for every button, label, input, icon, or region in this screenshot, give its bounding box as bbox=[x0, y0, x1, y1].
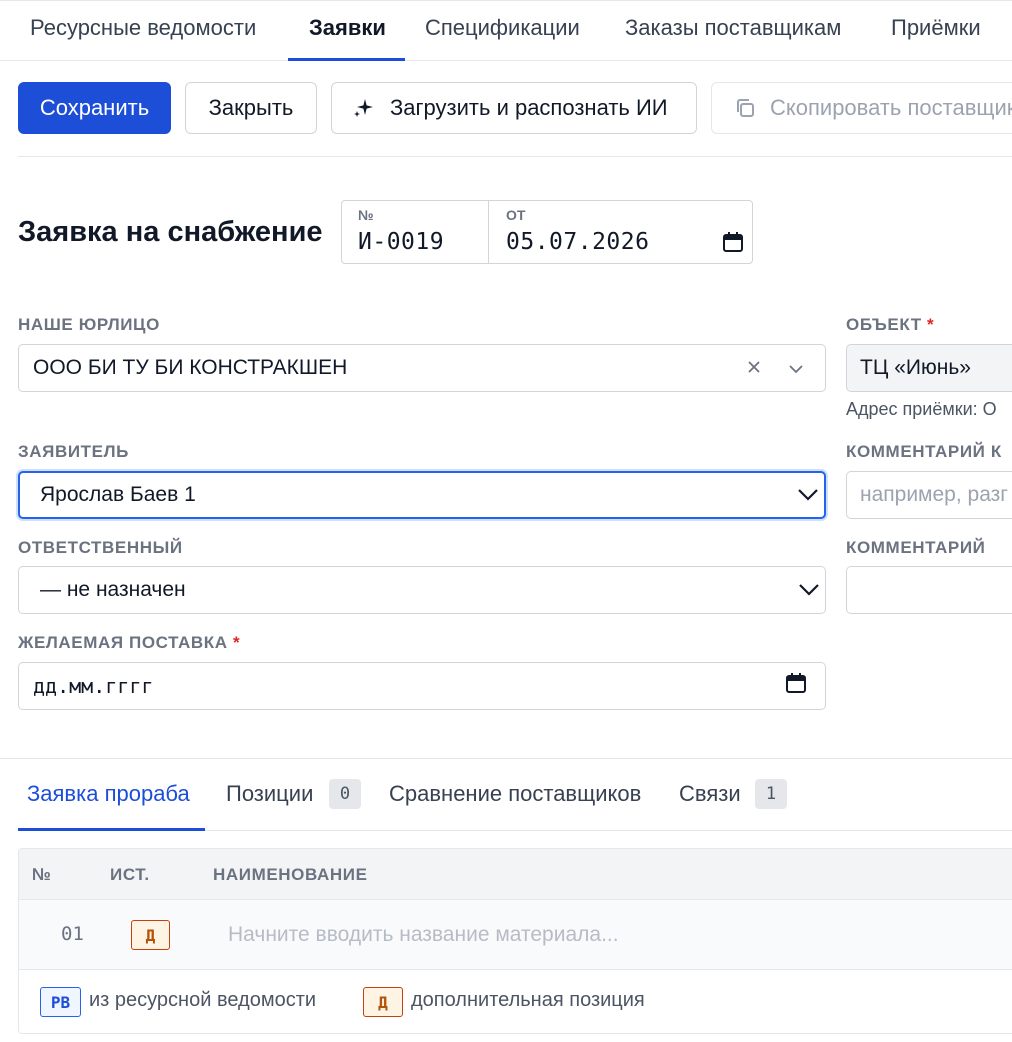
row-number: 01 bbox=[61, 923, 84, 945]
ai-upload-label: Загрузить и распознать ИИ bbox=[390, 95, 668, 120]
required-mark: * bbox=[927, 315, 935, 334]
close-button[interactable]: Закрыть bbox=[185, 82, 317, 134]
desired-delivery-label: ЖЕЛАЕМАЯ ПОСТАВКА * bbox=[18, 633, 240, 653]
tab-links[interactable]: Связи bbox=[679, 781, 741, 807]
active-subtab-indicator bbox=[18, 828, 205, 831]
legend-resource-sheet-text: из ресурсной ведомости bbox=[89, 989, 317, 1011]
tab-supplier-orders[interactable]: Заказы поставщикам bbox=[625, 15, 841, 41]
active-tab-indicator bbox=[288, 58, 405, 61]
chevron-down-icon[interactable] bbox=[798, 483, 818, 507]
clear-icon[interactable] bbox=[747, 356, 761, 380]
document-number-input[interactable]: И-0019 bbox=[358, 229, 444, 255]
copy-suppliers-label: Скопировать поставщиков bbox=[770, 95, 1012, 120]
ai-upload-button[interactable]: Загрузить и распознать ИИ bbox=[331, 82, 697, 134]
section-divider bbox=[0, 758, 1012, 759]
column-name-header: НАИМЕНОВАНИЕ bbox=[213, 865, 368, 884]
legend-tag-resource-sheet: РВ bbox=[40, 987, 81, 1017]
tab-supplier-comparison[interactable]: Сравнение поставщиков bbox=[389, 781, 641, 807]
calendar-icon[interactable] bbox=[722, 231, 744, 258]
procurement-request-page: Ресурсные ведомости Заявки Спецификации … bbox=[0, 0, 1012, 1042]
applicant-select[interactable]: Ярослав Баев 1 bbox=[18, 471, 826, 519]
comment-label: КОММЕНТАРИЙ bbox=[846, 538, 986, 557]
number-label: № bbox=[358, 207, 374, 223]
column-number-header: № bbox=[32, 865, 52, 884]
legal-entity-select[interactable]: ООО БИ ТУ БИ КОНСТРАКШЕН bbox=[18, 344, 826, 392]
toolbar-divider bbox=[18, 156, 1012, 157]
legend-additional-text: дополнительная позиция bbox=[411, 989, 645, 1011]
desired-delivery-label-text: ЖЕЛАЕМАЯ ПОСТАВКА bbox=[18, 633, 228, 652]
responsible-value: — не назначен bbox=[40, 578, 186, 601]
table-header: № ИСТ. НАИМЕНОВАНИЕ bbox=[19, 849, 1012, 900]
comment-top-placeholder: например, разг bbox=[860, 483, 1008, 506]
delivery-address-hint: Адрес приёмки: О bbox=[846, 399, 997, 419]
tab-foreman-request[interactable]: Заявка прораба bbox=[27, 781, 190, 807]
chevron-down-icon[interactable] bbox=[789, 356, 803, 380]
chevron-down-icon[interactable] bbox=[799, 578, 819, 602]
required-mark: * bbox=[232, 633, 241, 652]
page-title: Заявка на снабжение bbox=[18, 216, 323, 248]
object-value: ТЦ «Июнь» bbox=[860, 356, 971, 379]
date-label: ОТ bbox=[506, 207, 526, 223]
material-name-input[interactable]: Начните вводить название материала... bbox=[228, 923, 619, 947]
tab-resource-sheets[interactable]: Ресурсные ведомости bbox=[30, 15, 256, 41]
copy-suppliers-button[interactable]: Скопировать поставщиков bbox=[711, 82, 1012, 134]
legal-entity-value: ООО БИ ТУ БИ КОНСТРАКШЕН bbox=[33, 356, 348, 379]
applicant-label: ЗАЯВИТЕЛЬ bbox=[18, 442, 129, 461]
object-label: ОБЪЕКТ * bbox=[846, 315, 934, 335]
links-count-badge: 1 bbox=[755, 779, 787, 809]
comment-top-label: КОММЕНТАРИЙ К bbox=[846, 442, 1002, 461]
responsible-select[interactable]: — не назначен bbox=[18, 566, 826, 614]
comment-input[interactable] bbox=[846, 566, 1012, 614]
save-button-label: Сохранить bbox=[39, 95, 150, 120]
positions-table: № ИСТ. НАИМЕНОВАНИЕ 01 Д Начните вводить… bbox=[18, 848, 1012, 1034]
column-source-header: ИСТ. bbox=[110, 865, 150, 884]
table-row[interactable]: 01 Д Начните вводить название материала.… bbox=[19, 900, 1012, 970]
number-date-separator bbox=[488, 201, 489, 263]
source-tag-additional: Д bbox=[131, 920, 170, 950]
applicant-value: Ярослав Баев 1 bbox=[40, 483, 196, 506]
document-number-date: № И-0019 ОТ 05.07.2026 bbox=[341, 200, 753, 264]
save-button[interactable]: Сохранить bbox=[18, 82, 171, 134]
tab-receptions[interactable]: Приёмки bbox=[891, 15, 981, 41]
tab-requests[interactable]: Заявки bbox=[309, 15, 386, 41]
document-date-input[interactable]: 05.07.2026 bbox=[506, 229, 649, 255]
legend-tag-additional: Д bbox=[363, 987, 403, 1017]
object-select[interactable]: ТЦ «Июнь» bbox=[846, 344, 1012, 392]
object-label-text: ОБЪЕКТ bbox=[846, 315, 922, 334]
comment-top-input[interactable]: например, разг bbox=[846, 471, 1012, 519]
tab-specifications[interactable]: Спецификации bbox=[425, 15, 580, 41]
top-navigation: Ресурсные ведомости Заявки Спецификации … bbox=[0, 0, 1012, 61]
responsible-label: ОТВЕТСТВЕННЫЙ bbox=[18, 538, 183, 557]
legal-entity-label: НАШЕ ЮРЛИЦО bbox=[18, 315, 160, 334]
calendar-icon[interactable] bbox=[785, 672, 807, 700]
copy-icon bbox=[734, 97, 756, 119]
close-button-label: Закрыть bbox=[208, 95, 294, 120]
sparkle-icon bbox=[352, 97, 374, 119]
tab-positions[interactable]: Позиции bbox=[226, 781, 313, 807]
positions-count-badge: 0 bbox=[329, 779, 361, 809]
desired-delivery-placeholder: дд.мм.гггг bbox=[33, 674, 154, 698]
desired-delivery-date-input[interactable]: дд.мм.гггг bbox=[18, 662, 826, 710]
